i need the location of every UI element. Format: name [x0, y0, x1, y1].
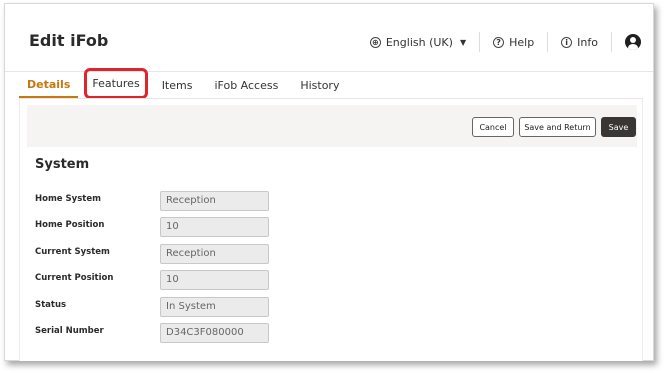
current-system-field[interactable]: Reception — [160, 244, 269, 264]
status-label: Status — [35, 300, 67, 310]
current-position-field[interactable]: 10 — [160, 270, 269, 290]
page-title: Edit iFob — [29, 31, 109, 50]
caret-down-icon: ▼ — [459, 37, 467, 47]
language-selector[interactable]: ⊕ English (UK) ▼ — [369, 35, 467, 49]
current-system-label: Current System — [35, 247, 110, 257]
home-system-field[interactable]: Reception — [160, 191, 269, 211]
serial-number-field[interactable]: D34C3F080000 — [160, 323, 269, 343]
tab-ifob-access[interactable]: iFob Access — [206, 72, 286, 98]
info-icon: i — [561, 36, 573, 48]
language-label: English (UK) — [385, 35, 453, 49]
header-divider — [547, 32, 549, 52]
serial-number-label: Serial Number — [35, 326, 104, 336]
cancel-button[interactable]: Cancel — [472, 117, 514, 137]
status-field[interactable]: In System — [160, 297, 269, 317]
info-label: Info — [577, 35, 598, 49]
header-divider — [611, 32, 612, 52]
page-header: Edit iFob ⊕ English (UK) ▼ ? Help i Info — [5, 4, 653, 72]
details-panel: Cancel Save and Return Save System Home … — [19, 99, 643, 361]
current-position-label: Current Position — [35, 273, 114, 283]
header-divider — [479, 32, 481, 52]
tab-items[interactable]: Items — [154, 72, 201, 98]
info-link[interactable]: i Info — [561, 36, 598, 49]
help-icon: ? — [493, 36, 505, 48]
home-system-label: Home System — [35, 194, 101, 204]
tab-details[interactable]: Details — [19, 72, 79, 98]
save-button[interactable]: Save — [601, 117, 636, 137]
tab-features[interactable]: Features — [84, 68, 148, 99]
user-avatar-icon[interactable] — [625, 34, 641, 50]
home-position-label: Home Position — [35, 220, 105, 230]
tab-bar: Details Features Items iFob Access Histo… — [19, 68, 353, 99]
save-and-return-button[interactable]: Save and Return — [519, 117, 596, 137]
action-bar: Cancel Save and Return Save — [27, 105, 637, 147]
globe-icon: ⊕ — [369, 36, 381, 48]
app-window: Edit iFob ⊕ English (UK) ▼ ? Help i Info… — [4, 3, 654, 361]
help-label: Help — [509, 35, 535, 49]
home-position-field[interactable]: 10 — [160, 217, 269, 237]
tab-history[interactable]: History — [292, 72, 347, 98]
header-toolbar: ⊕ English (UK) ▼ ? Help i Info — [369, 31, 641, 53]
help-link[interactable]: ? Help — [493, 36, 534, 49]
section-title: System — [35, 157, 90, 172]
